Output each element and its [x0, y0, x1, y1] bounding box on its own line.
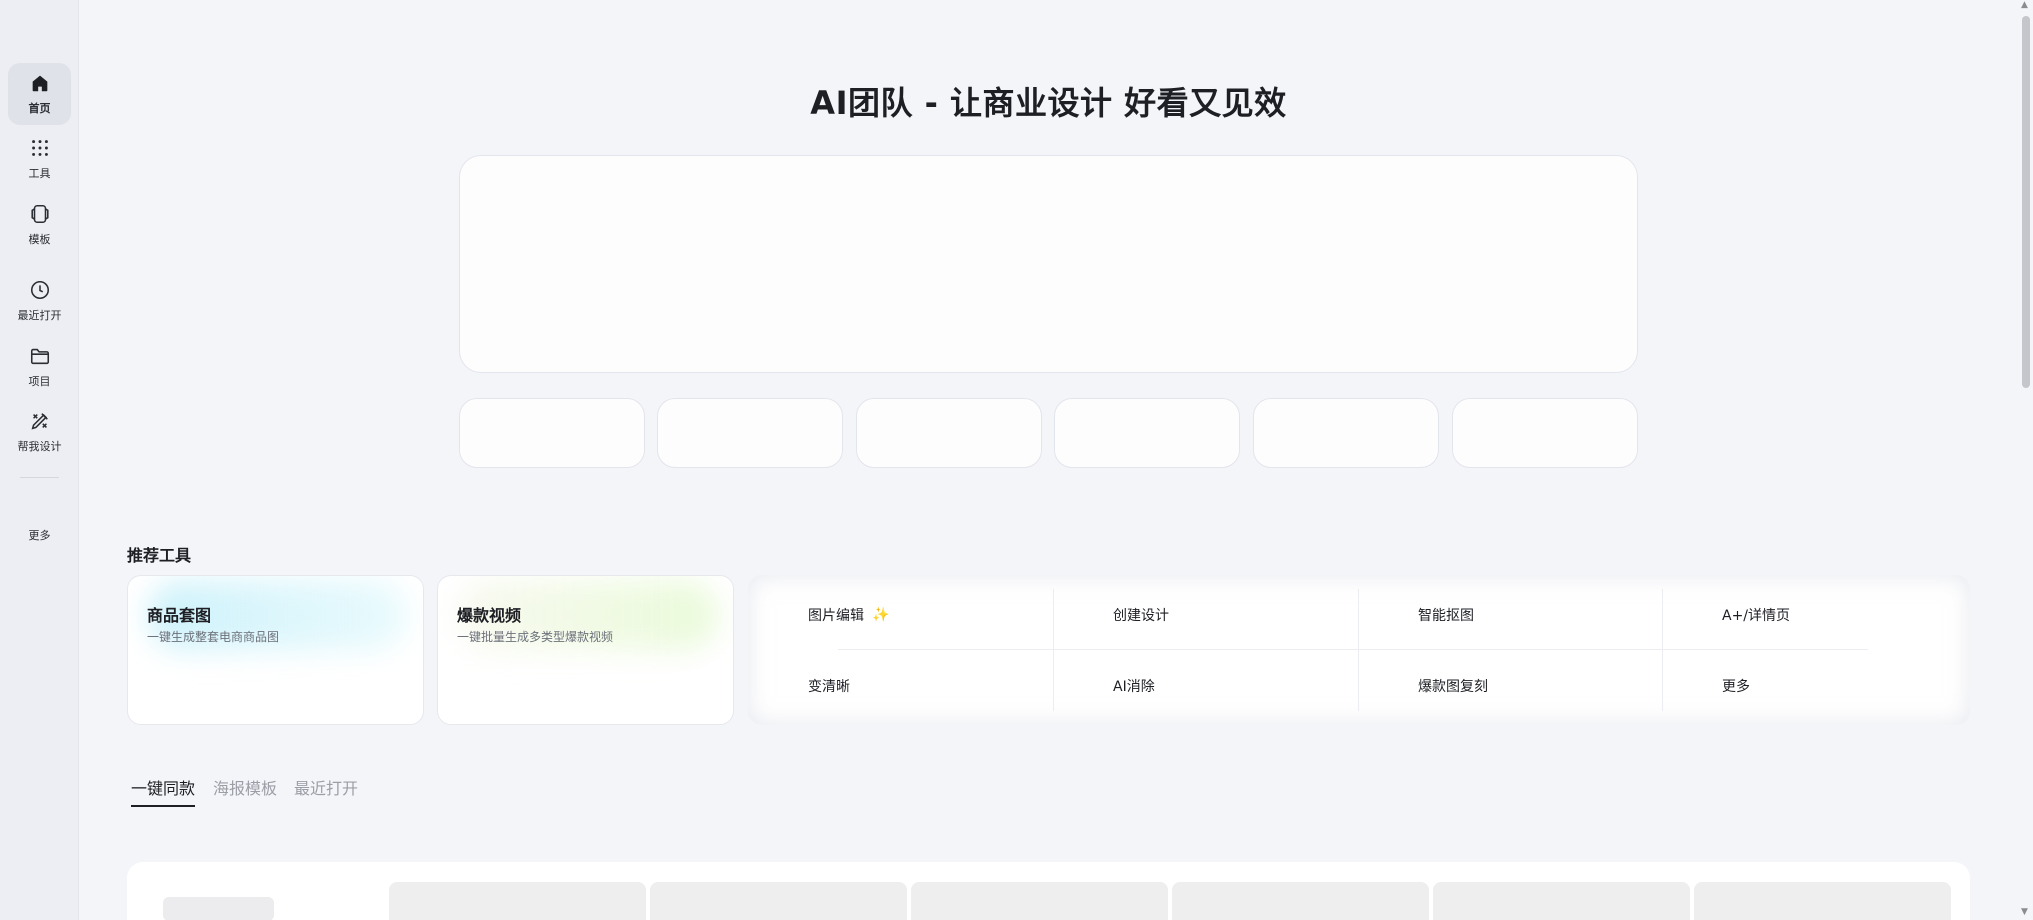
tool-label: 图片编辑 [808, 607, 864, 624]
quick-action-chip[interactable] [459, 398, 645, 468]
skeleton-thumbnail[interactable] [911, 882, 1168, 920]
quick-action-chip[interactable] [657, 398, 843, 468]
sidebar-item-label: 项目 [28, 375, 51, 388]
sidebar-item-label: 帮我设计 [17, 440, 62, 453]
quick-action-chip[interactable] [1253, 398, 1439, 468]
card-title: 商品套图 [147, 606, 212, 625]
skeleton-thumbnail[interactable] [1172, 882, 1429, 920]
tool-label: 智能抠图 [1418, 607, 1474, 624]
quick-action-chip[interactable] [1452, 398, 1638, 468]
scrollbar-thumb[interactable] [2022, 16, 2030, 388]
template-panel [127, 862, 1970, 920]
tab-one-click-same[interactable]: 一键同款 [131, 775, 196, 807]
clock-icon [29, 279, 51, 301]
tab-poster-templates[interactable]: 海报模板 [213, 775, 277, 805]
skeleton-thumbnail[interactable] [650, 882, 907, 920]
tool-enhance[interactable]: 变清晰 [748, 650, 1052, 721]
sidebar-more-button[interactable]: 更多 [8, 520, 71, 550]
tool-label: 创建设计 [1113, 607, 1169, 624]
sidebar-item-label: 最近打开 [17, 309, 62, 322]
tool-ai-erase[interactable]: AI消除 [1053, 650, 1357, 721]
scroll-down-arrow-icon[interactable]: ▼ [2021, 908, 2028, 917]
home-icon [29, 72, 51, 94]
tool-create-design[interactable]: 创建设计 [1053, 579, 1357, 650]
tool-detail-page[interactable]: A+/详情页 [1662, 579, 1966, 650]
page-scrollbar[interactable]: ▲ ▼ [2019, 0, 2033, 920]
tool-label: 变清晰 [808, 678, 850, 695]
skeleton-thumbnail[interactable] [389, 882, 646, 920]
tool-label: AI消除 [1113, 678, 1155, 695]
sidebar-item-recent[interactable]: 最近打开 [8, 270, 71, 332]
skeleton-label [163, 897, 274, 920]
sidebar-divider [20, 477, 59, 478]
tool-smart-cutout[interactable]: 智能抠图 [1358, 579, 1662, 650]
sidebar-item-home[interactable]: 首页 [8, 63, 71, 125]
skeleton-thumbnail[interactable] [1694, 882, 1951, 920]
template-icon [29, 203, 51, 225]
folder-icon [29, 345, 51, 367]
page-title: AI团队 - 让商业设计 好看又见效 [810, 84, 1287, 122]
grid-icon [29, 137, 51, 159]
tool-label: 更多 [1722, 678, 1750, 695]
design-tools-icon [29, 410, 51, 432]
sidebar-item-projects[interactable]: 项目 [8, 336, 71, 398]
tab-recent[interactable]: 最近打开 [294, 775, 358, 805]
sidebar-item-label: 模板 [28, 233, 51, 246]
sidebar-item-templates[interactable]: 模板 [8, 194, 71, 256]
tool-more[interactable]: 更多 [1662, 650, 1966, 721]
tool-viral-replicate[interactable]: 爆款图复刻 [1358, 650, 1662, 721]
sidebar-item-design-help[interactable]: 帮我设计 [8, 401, 71, 463]
scroll-up-arrow-icon[interactable]: ▲ [2021, 1, 2028, 10]
recommended-tools-title: 推荐工具 [127, 546, 192, 565]
tool-label: A+/详情页 [1722, 607, 1791, 624]
viral-video-card[interactable]: 爆款视频 一键批量生成多类型爆款视频 [437, 575, 734, 725]
sidebar-item-label: 工具 [28, 167, 51, 180]
product-set-card[interactable]: 商品套图 一键生成整套电商商品图 [127, 575, 424, 725]
quick-action-chip[interactable] [856, 398, 1042, 468]
sparkle-icon: ✨ [872, 606, 890, 623]
sidebar: 首页 工具 模板 最近打开 项目 帮我设计 更多 [0, 0, 79, 920]
quick-action-chip[interactable] [1054, 398, 1240, 468]
tool-image-edit[interactable]: 图片编辑 ✨ [748, 579, 1052, 650]
prompt-input-area[interactable] [459, 155, 1638, 373]
skeleton-thumbnail[interactable] [1433, 882, 1690, 920]
card-subtitle: 一键批量生成多类型爆款视频 [457, 630, 614, 644]
sidebar-item-tools[interactable]: 工具 [8, 128, 71, 190]
card-subtitle: 一键生成整套电商商品图 [147, 630, 280, 644]
card-title: 爆款视频 [457, 606, 522, 625]
tool-label: 爆款图复刻 [1418, 678, 1488, 695]
tool-grid: 图片编辑 ✨ 创建设计 智能抠图 A+/详情页 变清晰 AI消除 爆款图复刻 更… [748, 575, 1970, 725]
sidebar-item-label: 首页 [28, 102, 51, 115]
